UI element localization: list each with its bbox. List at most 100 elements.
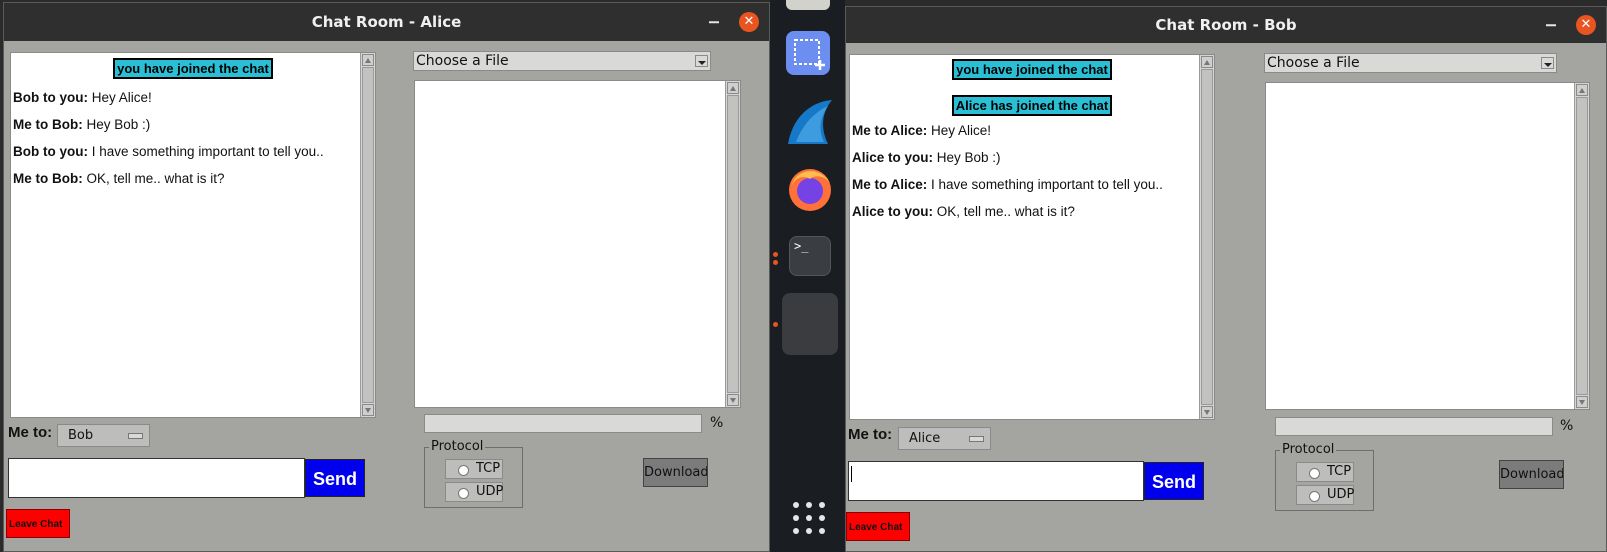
chat-log[interactable]: you have joined the chat Alice has joine… xyxy=(849,54,1215,420)
scroll-up-arrow-icon[interactable] xyxy=(727,82,739,94)
minimize-icon[interactable] xyxy=(709,21,719,23)
firefox-icon[interactable] xyxy=(786,165,831,211)
chat-message: Bob to you: Hey Alice! xyxy=(13,90,375,105)
recipient-value: Alice xyxy=(909,431,941,446)
chat-log[interactable]: you have joined the chat Bob to you: Hey… xyxy=(10,52,376,418)
scroll-thumb[interactable] xyxy=(1576,97,1588,395)
progress-percent-label: % xyxy=(1560,418,1574,434)
running-indicator xyxy=(773,322,778,327)
me-to-label: Me to: xyxy=(848,426,893,443)
scroll-thumb[interactable] xyxy=(1201,69,1213,405)
me-to-label: Me to: xyxy=(8,424,53,441)
file-select-value: Choose a File xyxy=(1267,55,1360,71)
udp-label: UDP xyxy=(476,484,504,499)
recipient-select[interactable]: Bob xyxy=(57,424,150,447)
file-list[interactable] xyxy=(414,80,741,408)
message-text: I have something important to tell you.. xyxy=(91,144,324,159)
protocol-group: Protocol TCP UDP xyxy=(424,439,523,508)
close-icon[interactable]: ✕ xyxy=(1576,15,1596,35)
scroll-down-arrow-icon[interactable] xyxy=(1576,396,1588,408)
message-sender: Me to Bob: xyxy=(13,117,83,132)
minimize-icon[interactable] xyxy=(1546,24,1556,26)
file-select[interactable]: Choose a File xyxy=(1264,53,1557,73)
scroll-down-arrow-icon[interactable] xyxy=(727,394,739,406)
chat-message: Me to Bob: Hey Bob :) xyxy=(13,117,375,132)
running-indicator xyxy=(773,252,778,257)
leave-chat-button[interactable]: Leave Chat xyxy=(846,512,910,541)
udp-label: UDP xyxy=(1327,487,1355,502)
screenshot-icon[interactable] xyxy=(786,31,830,75)
tcp-radio[interactable]: TCP xyxy=(1296,462,1354,482)
message-sender: Bob to you: xyxy=(13,90,88,105)
download-button[interactable]: Download xyxy=(643,458,708,487)
join-notice: Alice has joined the chat xyxy=(951,95,1113,116)
launcher-dock: >_ xyxy=(770,0,845,552)
file-list-scrollbar[interactable] xyxy=(1574,83,1589,409)
blank-app-icon[interactable] xyxy=(782,293,838,355)
send-button[interactable]: Send xyxy=(1144,462,1204,500)
wireshark-icon[interactable] xyxy=(786,98,832,144)
show-apps-icon[interactable] xyxy=(793,502,825,534)
titlebar-alice[interactable]: Chat Room - Alice ✕ xyxy=(4,3,769,41)
chat-window-bob: Chat Room - Bob ✕ you have joined the ch… xyxy=(845,6,1607,552)
dropdown-arrow-icon[interactable] xyxy=(1541,57,1554,69)
scroll-thumb[interactable] xyxy=(727,95,739,393)
file-list[interactable] xyxy=(1265,82,1590,410)
titlebar-bob[interactable]: Chat Room - Bob ✕ xyxy=(846,7,1606,43)
message-sender: Bob to you: xyxy=(13,144,88,159)
join-notice: you have joined the chat xyxy=(952,59,1112,80)
message-text: Hey Alice! xyxy=(931,123,992,138)
window-title: Chat Room - Bob xyxy=(1155,16,1297,34)
protocol-label: Protocol xyxy=(1280,442,1337,457)
download-progress-bar xyxy=(424,414,702,433)
file-select[interactable]: Choose a File xyxy=(413,51,711,71)
tcp-radio[interactable]: TCP xyxy=(445,459,503,479)
udp-radio[interactable]: UDP xyxy=(1296,485,1354,505)
message-text: OK, tell me.. what is it? xyxy=(936,204,1075,219)
download-button[interactable]: Download xyxy=(1499,460,1564,489)
chat-message: Me to Alice: Hey Alice! xyxy=(852,123,1214,138)
chat-scrollbar[interactable] xyxy=(360,53,375,417)
dropdown-arrow-icon[interactable] xyxy=(695,55,708,67)
scroll-up-arrow-icon[interactable] xyxy=(1576,84,1588,96)
recipient-value: Bob xyxy=(68,428,94,443)
close-icon[interactable]: ✕ xyxy=(739,12,759,32)
tcp-label: TCP xyxy=(1327,464,1352,479)
chat-message: Bob to you: I have something important t… xyxy=(13,144,375,159)
chat-window-alice: Chat Room - Alice ✕ you have joined the … xyxy=(3,2,770,552)
terminal-icon[interactable]: >_ xyxy=(789,236,831,276)
file-list-scrollbar[interactable] xyxy=(725,81,740,407)
chat-message: Me to Bob: OK, tell me.. what is it? xyxy=(13,171,375,186)
scroll-thumb[interactable] xyxy=(362,67,374,403)
running-indicator xyxy=(773,260,778,265)
chat-message: Alice to you: OK, tell me.. what is it? xyxy=(852,204,1214,219)
scroll-up-arrow-icon[interactable] xyxy=(1201,56,1213,68)
text-caret xyxy=(851,466,852,482)
recipient-select[interactable]: Alice xyxy=(898,427,991,450)
message-sender: Me to Bob: xyxy=(13,171,83,186)
leave-chat-button[interactable]: Leave Chat xyxy=(6,509,70,538)
message-input[interactable] xyxy=(848,461,1144,501)
udp-radio[interactable]: UDP xyxy=(445,482,503,502)
files-app-icon[interactable] xyxy=(786,0,830,10)
tcp-label: TCP xyxy=(476,461,501,476)
dropdown-handle-icon[interactable] xyxy=(969,436,984,442)
screenshot-glyph xyxy=(794,39,825,70)
chat-message: Alice to you: Hey Bob :) xyxy=(852,150,1214,165)
protocol-label: Protocol xyxy=(429,439,486,454)
message-input[interactable] xyxy=(8,458,305,498)
scroll-up-arrow-icon[interactable] xyxy=(362,54,374,66)
send-button[interactable]: Send xyxy=(305,459,365,497)
protocol-group: Protocol TCP UDP xyxy=(1275,442,1374,511)
chat-scrollbar[interactable] xyxy=(1199,55,1214,419)
message-text: Hey Alice! xyxy=(91,90,152,105)
dropdown-handle-icon[interactable] xyxy=(128,433,143,439)
message-sender: Alice to you: xyxy=(852,204,934,219)
scroll-down-arrow-icon[interactable] xyxy=(1201,406,1213,418)
terminal-prompt: >_ xyxy=(794,239,809,253)
message-text: Hey Bob :) xyxy=(936,150,1001,165)
message-sender: Alice to you: xyxy=(852,150,934,165)
scroll-down-arrow-icon[interactable] xyxy=(362,404,374,416)
join-notice: you have joined the chat xyxy=(113,58,273,79)
wireshark-fin-glyph xyxy=(788,100,832,144)
